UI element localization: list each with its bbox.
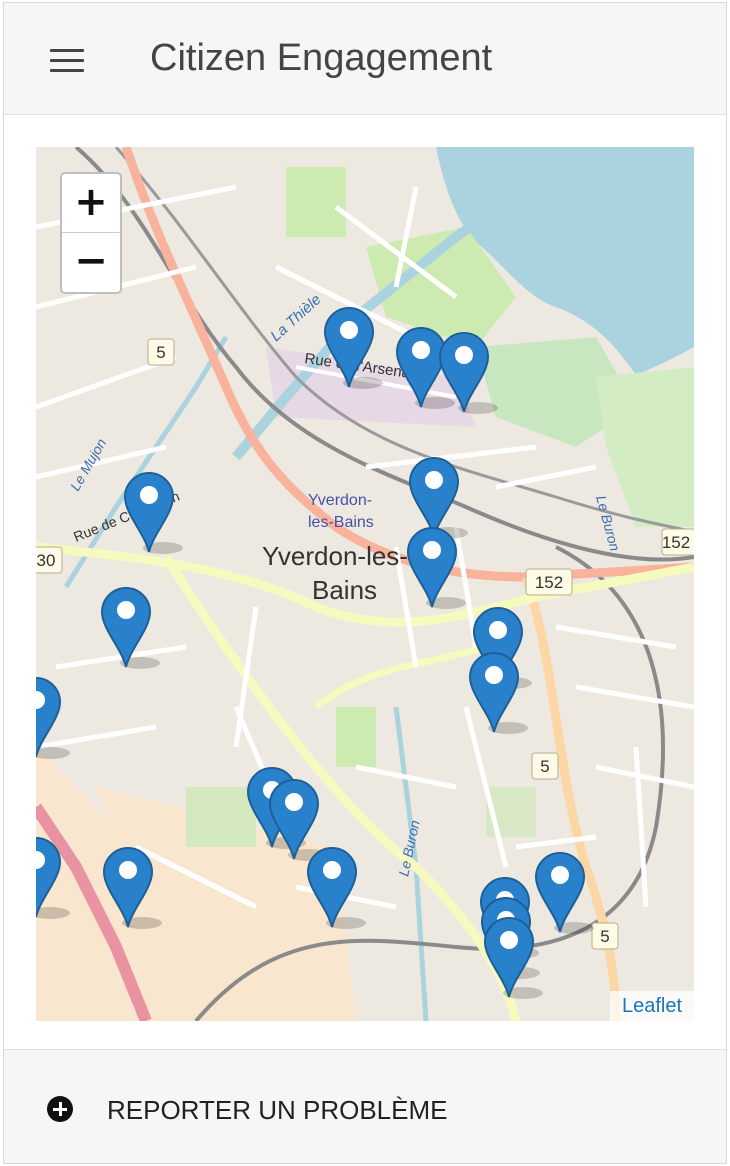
route-shield-5-west: 5 xyxy=(156,343,165,362)
report-problem-label: REPORTER UN PROBLÈME xyxy=(107,1095,448,1125)
city-label-line1: Yverdon-les- xyxy=(262,541,408,571)
zoom-out-button[interactable]: − xyxy=(62,233,120,292)
issues-map[interactable]: Rue de l'Arsenal Rue de Chamblon La Thiè… xyxy=(36,147,694,1021)
zoom-control: + − xyxy=(60,172,122,294)
app-frame: Citizen Engagement Rue l'Arsenal Rue de … xyxy=(3,2,727,1164)
station-label-line1: Yverdon- xyxy=(308,492,372,509)
menu-icon xyxy=(50,49,84,52)
menu-icon-bar xyxy=(50,69,84,72)
route-shield-152-east: 152 xyxy=(662,533,690,552)
map-tiles[interactable]: Rue de l'Arsenal Rue de Chamblon La Thiè… xyxy=(36,147,694,1021)
station-label-line2: les-Bains xyxy=(308,514,374,531)
route-shield-30-west: 30 xyxy=(37,551,56,570)
menu-icon-bar xyxy=(50,59,84,62)
app-title: Citizen Engagement xyxy=(150,37,493,79)
route-shield-5-center: 5 xyxy=(540,757,549,776)
report-problem-button[interactable]: REPORTER UN PROBLÈME xyxy=(4,1049,726,1163)
app-header: Citizen Engagement xyxy=(4,3,726,115)
hamburger-menu-button[interactable] xyxy=(44,41,90,79)
city-label-line2: Bains xyxy=(312,575,377,605)
route-shield-5-south: 5 xyxy=(600,927,609,946)
route-shield-152-center: 152 xyxy=(535,573,563,592)
add-circle-icon xyxy=(47,1096,73,1122)
zoom-in-button[interactable]: + xyxy=(62,174,120,233)
leaflet-attribution-link[interactable]: Leaflet xyxy=(610,991,694,1021)
